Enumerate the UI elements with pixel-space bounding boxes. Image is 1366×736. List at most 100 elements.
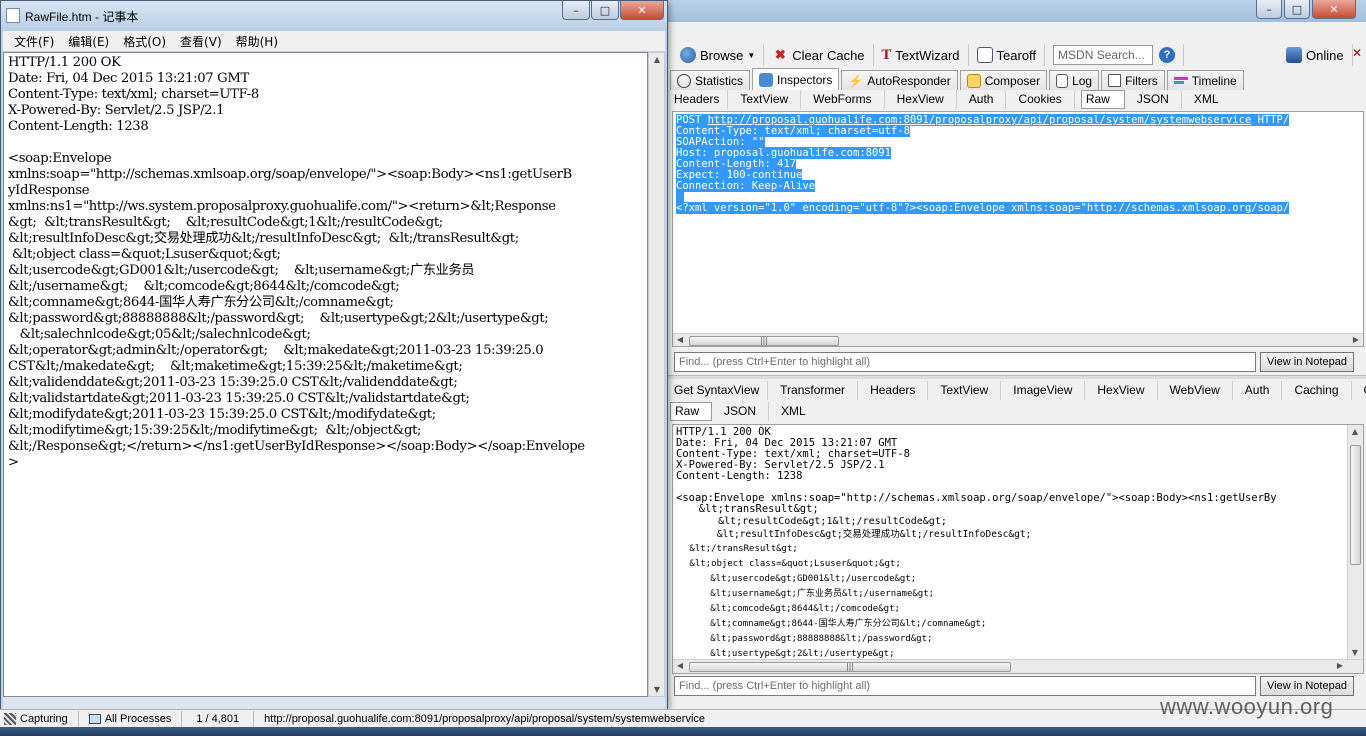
- response-vscrollbar[interactable]: ▲ ▼: [1347, 425, 1363, 659]
- response-line: &lt;comname&gt;8644-国华人寿广东分公司&lt;/comnam…: [694, 619, 987, 629]
- scroll-left-icon[interactable]: ◀: [673, 661, 687, 670]
- tab-response-xml[interactable]: XML: [769, 402, 818, 421]
- menu-edit[interactable]: 编辑(E): [61, 33, 116, 50]
- tab-autoresponder[interactable]: ⚡ AutoResponder: [841, 70, 958, 90]
- notepad-title: RawFile.htm - 记事本: [25, 10, 139, 24]
- menu-view[interactable]: 查看(V): [173, 33, 229, 50]
- request-body-line: <?xml version="1.0" encoding="utf-8"?><s…: [676, 202, 1290, 214]
- text-line: &lt;salechnlcode&gt;05&lt;/salechnlcode&…: [8, 327, 311, 342]
- text-line: xmlns:soap="http://schemas.xmlsoap.org/s…: [8, 167, 572, 182]
- text-line: &lt;operator&gt;admin&lt;/operator&gt; &…: [8, 343, 544, 358]
- scroll-right-icon[interactable]: ▶: [1333, 661, 1347, 670]
- msdn-search-input[interactable]: MSDN Search...: [1053, 45, 1154, 65]
- textwizard-button[interactable]: T TextWizard: [874, 44, 969, 66]
- response-hscroll-thumb[interactable]: |||: [689, 662, 1011, 672]
- scroll-right-icon[interactable]: ▶: [1349, 335, 1363, 344]
- notepad-minimize-button[interactable]: –: [562, 1, 590, 20]
- request-hscrollbar[interactable]: ◀ ||| ▶: [673, 333, 1363, 346]
- tab-imageview[interactable]: ImageView: [1001, 380, 1086, 400]
- tab-request-headers[interactable]: Headers: [670, 89, 729, 109]
- tab-response-hexview[interactable]: HexView: [1085, 380, 1158, 400]
- notepad-bottom-edge: [3, 697, 665, 709]
- tab-request-cookies[interactable]: Cookies: [1006, 89, 1075, 109]
- response-line: &lt;password&gt;88888888&lt;/password&gt…: [694, 634, 933, 644]
- request-hscroll-thumb[interactable]: |||: [689, 336, 839, 346]
- tab-webview[interactable]: WebView: [1158, 380, 1233, 400]
- menu-help[interactable]: 帮助(H): [229, 33, 285, 50]
- scroll-down-icon[interactable]: ▼: [1348, 648, 1362, 657]
- tab-request-hexview[interactable]: HexView: [885, 89, 957, 109]
- text-line: X-Powered-By: Servlet/2.5 JSP/2.1: [8, 103, 225, 118]
- tab-response-cookies[interactable]: Cookies: [1352, 381, 1366, 400]
- tab-get-syntaxview[interactable]: Get SyntaxView: [670, 380, 769, 400]
- tab-request-auth[interactable]: Auth: [957, 89, 1007, 109]
- tab-caching[interactable]: Caching: [1282, 380, 1352, 400]
- tab-composer[interactable]: Composer: [959, 70, 1048, 90]
- request-raw-text: POST http://proposal.guohualife.com:8091…: [673, 112, 1363, 217]
- inspector-splitter[interactable]: [668, 375, 1366, 379]
- notepad-text-area[interactable]: HTTP/1.1 200 OK Date: Fri, 04 Dec 2015 1…: [3, 52, 648, 697]
- online-indicator[interactable]: Online: [1278, 44, 1353, 66]
- text-line: HTTP/1.1 200 OK: [8, 55, 121, 70]
- maximize-button[interactable]: □: [1284, 0, 1310, 19]
- tab-log[interactable]: Log: [1049, 70, 1100, 90]
- minimize-button[interactable]: –: [1256, 0, 1282, 19]
- response-hscrollbar[interactable]: ◀ ||| ▶: [673, 659, 1363, 673]
- request-find-input[interactable]: Find... (press Ctrl+Enter to highlight a…: [674, 352, 1256, 372]
- notepad-vscrollbar[interactable]: ▲ ▼: [648, 52, 665, 697]
- request-raw-pane[interactable]: POST http://proposal.guohualife.com:8091…: [672, 111, 1364, 347]
- text-line: Content-Length: 1238: [8, 119, 149, 134]
- scroll-up-icon[interactable]: ▲: [1348, 427, 1362, 436]
- response-find-input[interactable]: Find... (press Ctrl+Enter to highlight a…: [674, 676, 1256, 696]
- tearoff-button[interactable]: Tearoff: [969, 44, 1046, 66]
- menu-file[interactable]: 文件(F): [7, 33, 61, 50]
- scroll-down-icon[interactable]: ▼: [650, 685, 664, 694]
- tab-request-raw[interactable]: Raw: [1080, 89, 1125, 109]
- textwizard-label: TextWizard: [895, 47, 960, 63]
- scroll-left-icon[interactable]: ◀: [673, 335, 687, 344]
- tab-timeline[interactable]: Timeline: [1166, 70, 1244, 90]
- process-filter[interactable]: All Processes: [79, 710, 183, 727]
- browse-button[interactable]: Browse ▼: [672, 44, 765, 66]
- text-line: &lt;modifydate&gt;2011-03-23 15:39:25.0 …: [8, 407, 436, 422]
- menu-format[interactable]: 格式(O): [116, 33, 173, 50]
- response-view-in-notepad-button[interactable]: View in Notepad: [1260, 676, 1354, 696]
- request-view-in-notepad-button[interactable]: View in Notepad: [1260, 352, 1354, 372]
- fiddler-titlebar: – □ ✕: [668, 0, 1366, 22]
- globe-icon: [680, 47, 696, 63]
- tab-request-json[interactable]: JSON: [1125, 89, 1182, 109]
- tab-request-textview[interactable]: TextView: [728, 89, 802, 109]
- tab-response-textview[interactable]: TextView: [928, 380, 1002, 400]
- text-line: &lt;object class=&quot;Lsuser&quot;&gt;: [8, 247, 281, 262]
- notepad-close-button[interactable]: ✕: [620, 1, 664, 20]
- response-vscroll-thumb[interactable]: [1350, 445, 1361, 565]
- clear-cache-icon: ✖: [774, 47, 786, 62]
- network-icon: [1286, 47, 1303, 63]
- capturing-toggle[interactable]: Capturing: [0, 710, 79, 727]
- help-icon[interactable]: ?: [1159, 47, 1176, 63]
- tab-request-webforms[interactable]: WebForms: [801, 89, 885, 109]
- tab-transformer[interactable]: Transformer: [768, 380, 859, 400]
- notepad-titlebar[interactable]: RawFile.htm - 记事本 – □ ✕: [1, 1, 667, 31]
- clear-cache-button[interactable]: ✖ Clear Cache: [764, 44, 874, 66]
- tab-filters[interactable]: Filters: [1101, 70, 1165, 90]
- close-toolbar-icon[interactable]: ✕: [1352, 46, 1364, 60]
- textwizard-icon: T: [881, 47, 892, 63]
- response-raw-pane[interactable]: HTTP/1.1 200 OK Date: Fri, 04 Dec 2015 1…: [672, 424, 1364, 674]
- close-button[interactable]: ✕: [1312, 0, 1356, 19]
- tab-request-xml[interactable]: XML: [1182, 90, 1231, 109]
- tab-response-headers[interactable]: Headers: [858, 380, 929, 400]
- tab-response-raw[interactable]: Raw: [670, 401, 713, 421]
- lightning-icon: ⚡: [848, 73, 864, 88]
- tab-response-auth[interactable]: Auth: [1233, 380, 1283, 400]
- tab-response-json[interactable]: JSON: [712, 401, 770, 421]
- notepad-maximize-button[interactable]: □: [591, 1, 619, 20]
- response-line: &lt;/transResult&gt;: [684, 544, 798, 554]
- tab-inspectors[interactable]: Inspectors: [752, 68, 840, 90]
- response-line: Content-Length: 1238: [676, 470, 803, 482]
- scroll-up-icon[interactable]: ▲: [650, 55, 664, 64]
- msdn-search: MSDN Search... ?: [1045, 44, 1185, 66]
- selected-session-url: http://proposal.guohualife.com:8091/prop…: [264, 712, 706, 725]
- notepad-icon: [6, 8, 20, 23]
- tab-statistics[interactable]: Statistics: [670, 70, 751, 90]
